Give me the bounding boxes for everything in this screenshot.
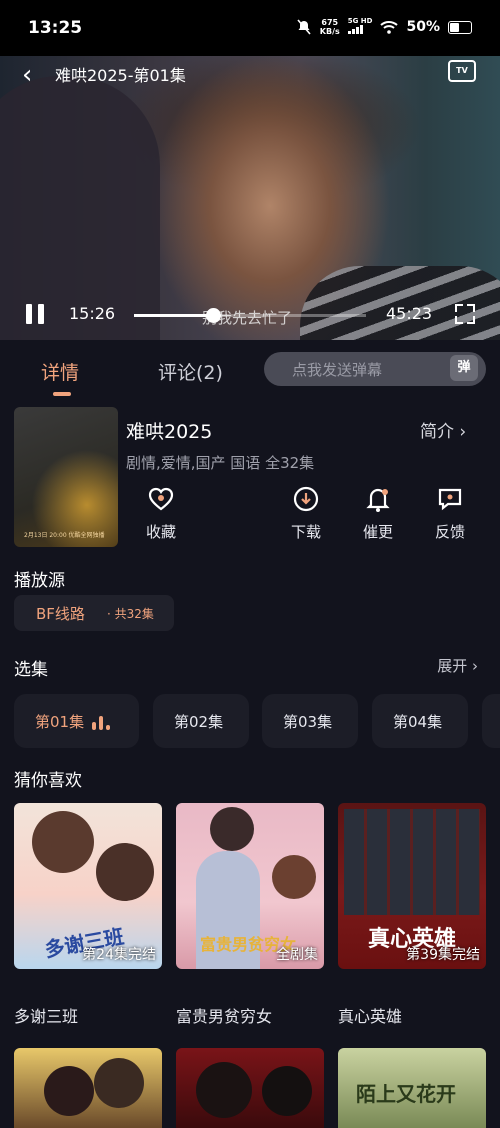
remind-update-button[interactable]: 催更 bbox=[348, 485, 408, 542]
progress-knob[interactable] bbox=[205, 308, 221, 323]
heart-icon bbox=[148, 487, 174, 511]
tab-details[interactable]: 详情 bbox=[41, 358, 79, 385]
source-count: · 共32集 bbox=[107, 607, 154, 621]
poster-figure bbox=[96, 843, 154, 901]
show-title: 难哄2025 bbox=[126, 421, 213, 443]
feedback-label: 反馈 bbox=[434, 523, 465, 541]
episode-label: 第03集 bbox=[283, 713, 333, 731]
recommend-card-1[interactable]: 多谢三班 第24集完结 bbox=[14, 803, 162, 969]
signal-icon bbox=[347, 25, 363, 34]
video-title: 难哄2025-第01集 bbox=[55, 66, 186, 85]
network-speed: 675 KB/s bbox=[319, 18, 340, 36]
poster-figure bbox=[272, 855, 316, 899]
bell-icon bbox=[366, 488, 390, 512]
danmaku-input[interactable]: 点我发送弹幕 弹 bbox=[264, 352, 486, 386]
feedback-icon bbox=[438, 488, 462, 511]
chevron-right-icon: › bbox=[459, 422, 467, 442]
progress-fill bbox=[134, 314, 213, 317]
total-time: 45:23 bbox=[386, 304, 433, 323]
source-name: BF线路 bbox=[36, 605, 85, 623]
card-badge: 第24集完结 bbox=[82, 947, 156, 963]
tab-indicator bbox=[53, 392, 71, 396]
poster-figure bbox=[44, 1066, 94, 1116]
intro-link[interactable]: 简介 › bbox=[420, 417, 466, 442]
tab-comments[interactable]: 评论(2) bbox=[158, 358, 223, 385]
danmaku-tv-icon[interactable]: 弹 bbox=[450, 355, 478, 381]
pause-icon bbox=[26, 304, 32, 324]
episode-label: 第04集 bbox=[393, 713, 443, 731]
poster-caption: 2月13日 20:00 优酷全网独播 bbox=[24, 532, 105, 539]
recommend-heading: 猜你喜欢 bbox=[14, 771, 82, 791]
danmaku-placeholder: 点我发送弹幕 bbox=[292, 361, 383, 379]
signal-5g: 5G HD bbox=[347, 18, 372, 36]
tv-cast-icon[interactable]: TV bbox=[448, 60, 476, 82]
favorite-button[interactable]: 收藏 bbox=[131, 485, 191, 542]
back-icon[interactable]: ‹ bbox=[22, 60, 32, 90]
show-meta: 剧情,爱情,国产 国语 全32集 bbox=[126, 454, 315, 472]
player-top-bar: ‹ 难哄2025-第01集 TV bbox=[0, 56, 500, 96]
poster-cast-grid bbox=[344, 809, 480, 915]
card-badge: 第39集完结 bbox=[406, 947, 480, 963]
pause-button[interactable] bbox=[26, 304, 46, 324]
episode-label: 第02集 bbox=[174, 713, 224, 731]
expand-episodes-button[interactable]: 展开 › bbox=[437, 655, 478, 676]
remind-update-label: 催更 bbox=[362, 523, 393, 541]
status-icons: 675 KB/s 5G HD 50% bbox=[296, 18, 472, 36]
recommend-title-3[interactable]: 真心英雄 bbox=[338, 1003, 402, 1027]
poster-figure bbox=[32, 811, 94, 873]
chevron-right-icon: › bbox=[472, 657, 478, 675]
recommend-card-2[interactable]: 富贵男贫穷女 全剧集 bbox=[176, 803, 324, 969]
battery-percent: 50% bbox=[406, 19, 440, 35]
download-label: 下载 bbox=[290, 523, 321, 541]
source-option[interactable]: BF线路 · 共32集 bbox=[14, 595, 174, 631]
fullscreen-icon[interactable] bbox=[455, 304, 475, 324]
wifi-icon bbox=[380, 21, 399, 34]
episode-item-04[interactable]: 第04集 bbox=[372, 694, 468, 748]
poster-figure bbox=[262, 1066, 312, 1116]
recommend-title-1[interactable]: 多谢三班 bbox=[14, 1003, 78, 1027]
episode-item-partial[interactable] bbox=[482, 694, 500, 748]
mute-bell-icon bbox=[297, 19, 311, 35]
card-badge: 全剧集 bbox=[276, 947, 318, 963]
status-bar: 13:25 675 KB/s 5G HD 50% bbox=[0, 0, 500, 56]
download-icon bbox=[293, 486, 319, 512]
poster-figure bbox=[94, 1058, 144, 1108]
recommend-card-5[interactable] bbox=[176, 1048, 324, 1128]
episode-item-02[interactable]: 第02集 bbox=[153, 694, 249, 748]
battery-icon bbox=[448, 20, 472, 34]
player-controls: 15:26 45:23 bbox=[0, 290, 500, 340]
current-time: 15:26 bbox=[69, 304, 116, 323]
recommend-card-6[interactable]: 陌上又花开 bbox=[338, 1048, 486, 1128]
poster-figure bbox=[196, 1062, 252, 1118]
favorite-label: 收藏 bbox=[145, 523, 176, 541]
episode-item-03[interactable]: 第03集 bbox=[262, 694, 358, 748]
detail-tabs: 详情 评论(2) 点我发送弹幕 弹 bbox=[0, 340, 500, 400]
recommend-card-3[interactable]: 真心英雄 第39集完结 bbox=[338, 803, 486, 969]
poster-title-art: 陌上又花开 bbox=[356, 1082, 456, 1106]
show-poster: 2月13日 20:00 优酷全网独播 bbox=[14, 407, 118, 547]
recommend-title-2[interactable]: 富贵男贫穷女 bbox=[176, 1003, 272, 1027]
episodes-heading: 选集 bbox=[14, 660, 48, 680]
feedback-button[interactable]: 反馈 bbox=[420, 485, 480, 542]
episode-label: 第01集 bbox=[35, 713, 85, 731]
poster-figure bbox=[210, 807, 254, 851]
recommend-card-4[interactable] bbox=[14, 1048, 162, 1128]
video-player[interactable]: ‹ 难哄2025-第01集 TV 别我先去忙了 15:26 45:23 bbox=[0, 56, 500, 340]
download-button[interactable]: 下载 bbox=[276, 485, 336, 542]
source-heading: 播放源 bbox=[14, 571, 65, 591]
progress-bar[interactable] bbox=[134, 308, 366, 323]
status-time: 13:25 bbox=[28, 18, 83, 38]
episode-item-01[interactable]: 第01集 bbox=[14, 694, 139, 748]
